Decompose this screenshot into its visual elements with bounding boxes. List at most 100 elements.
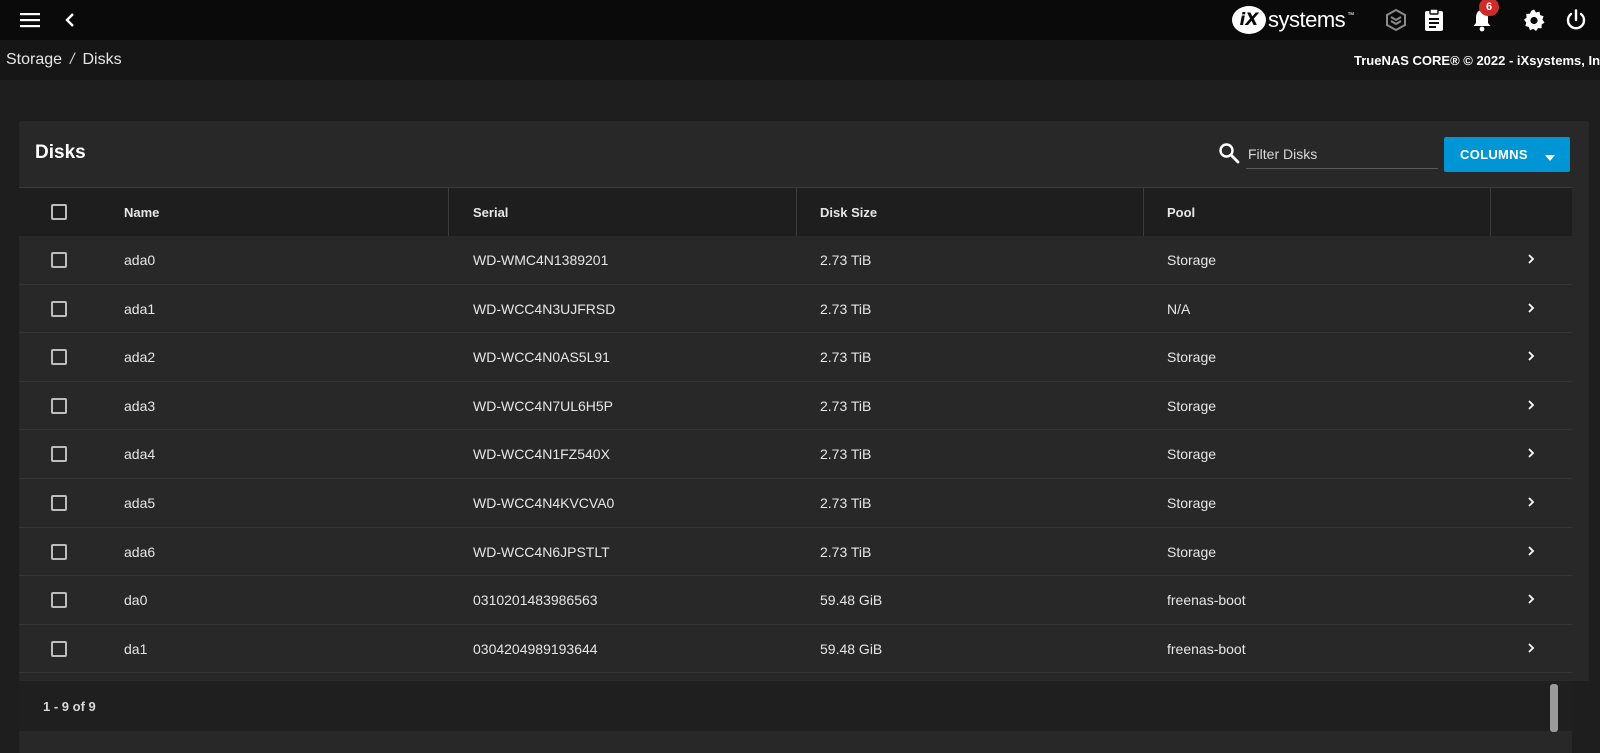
disk-serial: 0304204989193644 [473, 640, 598, 657]
disk-size: 2.73 TiB [820, 446, 872, 463]
disk-name: ada4 [124, 446, 156, 463]
disk-serial: WD-WCC4N0AS5L91 [473, 349, 610, 366]
select-all-checkbox[interactable] [51, 204, 67, 220]
row-checkbox[interactable] [51, 592, 67, 609]
disk-serial: WD-WCC4N3UJFRSD [473, 300, 616, 317]
row-select-cell [51, 382, 67, 430]
chevron-right-icon[interactable] [1527, 641, 1537, 655]
table-row[interactable]: ada3 WD-WCC4N7UL6H5P 2.73 TiB Storage [19, 381, 1572, 431]
breadcrumb-item-storage[interactable]: Storage [6, 51, 62, 69]
disk-serial: WD-WCC4N1FZ540X [473, 446, 610, 463]
disk-size: 2.73 TiB [820, 543, 872, 560]
row-select-cell [51, 430, 67, 478]
card-header: Disks COLUMNS [19, 121, 1589, 187]
row-checkbox[interactable] [51, 446, 67, 463]
disk-serial: WD-WCC4N7UL6H5P [473, 397, 614, 414]
copyright-text[interactable]: TrueNAS CORE® © 2022 - iXsystems, Inc [1354, 53, 1600, 68]
brand-text: systems [1268, 7, 1346, 32]
disk-name: ada6 [124, 543, 156, 560]
row-select-cell [51, 333, 67, 381]
row-checkbox[interactable] [51, 349, 67, 366]
disk-name: ada1 [124, 300, 156, 317]
table-footer: 1 - 9 of 9 [19, 681, 1572, 731]
row-checkbox[interactable] [51, 494, 67, 511]
disk-size: 2.73 TiB [820, 397, 872, 414]
power-icon[interactable] [1562, 6, 1590, 34]
search-icon [1218, 142, 1242, 166]
table-header-row: Name Serial Disk Size Pool [19, 187, 1572, 236]
chevron-right-icon[interactable] [1527, 301, 1537, 315]
clipboard-icon[interactable] [1420, 6, 1448, 34]
disk-pool: Storage [1167, 543, 1217, 560]
filter-disks-input[interactable] [1246, 140, 1438, 169]
disk-name: ada0 [124, 252, 156, 268]
table-row[interactable]: ada5 WD-WCC4N4KVCVA0 2.73 TiB Storage [19, 478, 1572, 528]
disk-pool: Storage [1167, 446, 1217, 463]
disk-name: ada5 [124, 494, 156, 511]
brand-tm: ™ [1347, 11, 1355, 19]
row-select-cell [51, 528, 67, 576]
column-header-serial[interactable]: Serial [473, 188, 508, 236]
row-select-cell [51, 236, 67, 284]
disk-pool: Storage [1167, 349, 1217, 366]
disk-name: ada3 [124, 397, 156, 414]
disks-card: Disks COLUMNS Name Serial Disk Size [19, 121, 1589, 753]
chevron-right-icon[interactable] [1527, 544, 1537, 558]
disk-size: 59.48 GiB [820, 640, 883, 657]
chevron-right-icon[interactable] [1527, 398, 1537, 412]
row-checkbox[interactable] [51, 640, 67, 657]
table-row[interactable]: ada0 WD-WMC4N1389201 2.73 TiB Storage [19, 236, 1572, 285]
disk-name: da0 [124, 592, 148, 609]
disk-pool: freenas-boot [1167, 592, 1246, 609]
table-row[interactable]: ada1 WD-WCC4N3UJFRSD 2.73 TiB N/A [19, 284, 1572, 334]
disk-pool: Storage [1167, 252, 1217, 268]
row-select-cell [51, 285, 67, 333]
chevron-right-icon[interactable] [1527, 349, 1537, 363]
table-row[interactable]: ada4 WD-WCC4N1FZ540X 2.73 TiB Storage [19, 430, 1572, 479]
paginator-range-label: 1 - 9 of 9 [43, 699, 96, 714]
column-header-disk-size[interactable]: Disk Size [820, 188, 877, 236]
disk-pool: Storage [1167, 494, 1217, 511]
column-header-name[interactable]: Name [124, 188, 159, 236]
hamburger-menu-icon[interactable] [18, 8, 42, 32]
columns-button[interactable]: COLUMNS [1444, 137, 1570, 172]
column-divider [448, 188, 449, 236]
gear-icon[interactable] [1520, 6, 1548, 34]
select-all-cell [51, 188, 67, 236]
breadcrumb-separator: / [70, 51, 75, 68]
table-row[interactable]: da0 0310201483986563 59.48 GiB freenas-b… [19, 576, 1572, 625]
row-checkbox[interactable] [51, 397, 67, 414]
columns-button-label: COLUMNS [1460, 147, 1528, 162]
row-checkbox[interactable] [51, 252, 67, 268]
disk-size: 2.73 TiB [820, 252, 872, 268]
disk-size: 2.73 TiB [820, 349, 872, 366]
chevron-right-icon[interactable] [1527, 592, 1537, 606]
breadcrumb-item-disks: Disks [82, 51, 122, 68]
notification-count-badge: 6 [1479, 0, 1499, 16]
top-toolbar: iX systems ™ 6 [0, 0, 1600, 40]
column-divider [1143, 188, 1144, 236]
column-divider [796, 188, 797, 236]
chevron-right-icon[interactable] [1527, 252, 1537, 266]
row-checkbox[interactable] [51, 300, 67, 317]
disk-serial: 0310201483986563 [473, 592, 598, 609]
disk-name: ada2 [124, 349, 156, 366]
row-checkbox[interactable] [51, 543, 67, 560]
truecommand-icon[interactable] [1382, 6, 1410, 34]
disk-size: 2.73 TiB [820, 494, 872, 511]
row-select-cell [51, 576, 67, 624]
chevron-right-icon[interactable] [1527, 495, 1537, 509]
ixsystems-logo[interactable]: iX systems ™ [1232, 4, 1354, 36]
column-header-pool[interactable]: Pool [1167, 188, 1195, 236]
scrollbar-thumb[interactable] [1550, 684, 1558, 732]
chevron-left-icon[interactable] [60, 8, 80, 32]
chevron-right-icon[interactable] [1527, 446, 1537, 460]
table-row[interactable]: ada2 WD-WCC4N0AS5L91 2.73 TiB Storage [19, 333, 1572, 382]
row-select-cell [51, 479, 67, 527]
scrollbar-track[interactable] [1572, 681, 1589, 753]
row-select-cell [51, 625, 67, 673]
disk-serial: WD-WMC4N1389201 [473, 252, 609, 268]
table-row[interactable]: da1 0304204989193644 59.48 GiB freenas-b… [19, 624, 1572, 674]
disk-pool: Storage [1167, 397, 1217, 414]
table-row[interactable]: ada6 WD-WCC4N6JPSTLT 2.73 TiB Storage [19, 527, 1572, 577]
